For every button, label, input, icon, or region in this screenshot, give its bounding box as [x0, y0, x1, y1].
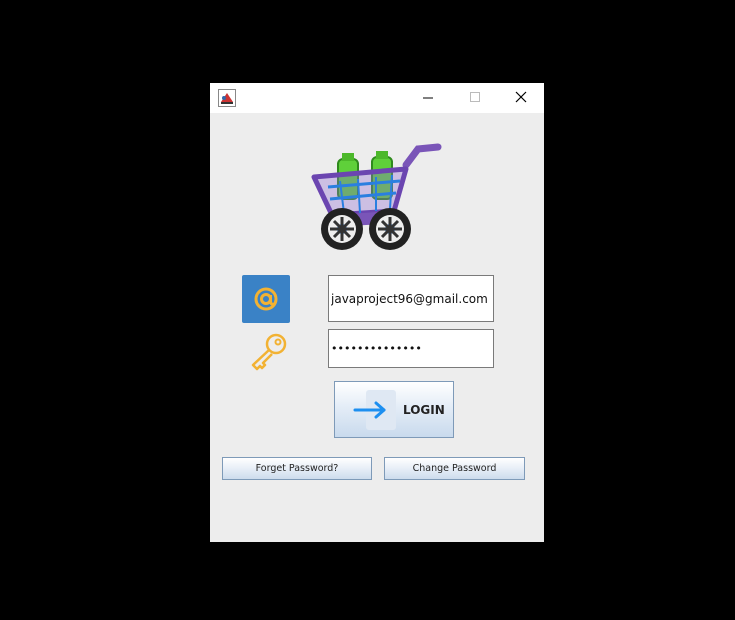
title-bar — [210, 83, 544, 113]
shopping-cart-logo — [311, 143, 442, 250]
close-button[interactable] — [498, 83, 544, 113]
key-icon — [251, 333, 287, 371]
arrow-right-icon — [353, 401, 386, 419]
minimize-icon — [423, 97, 433, 99]
at-sign-icon — [254, 287, 278, 311]
minimize-button[interactable] — [407, 83, 453, 113]
email-field[interactable] — [328, 275, 494, 322]
maximize-button[interactable] — [453, 83, 499, 113]
maximize-icon — [470, 92, 480, 102]
login-label: LOGIN — [403, 403, 445, 417]
login-button[interactable]: LOGIN — [334, 381, 454, 438]
email-icon-box — [242, 275, 290, 323]
change-password-button[interactable]: Change Password — [384, 457, 525, 480]
java-app-icon — [218, 89, 236, 107]
login-window: LOGIN Forget Password? Change Password — [210, 83, 544, 542]
close-icon — [515, 91, 527, 103]
password-field[interactable] — [328, 329, 494, 368]
forget-password-button[interactable]: Forget Password? — [222, 457, 372, 480]
